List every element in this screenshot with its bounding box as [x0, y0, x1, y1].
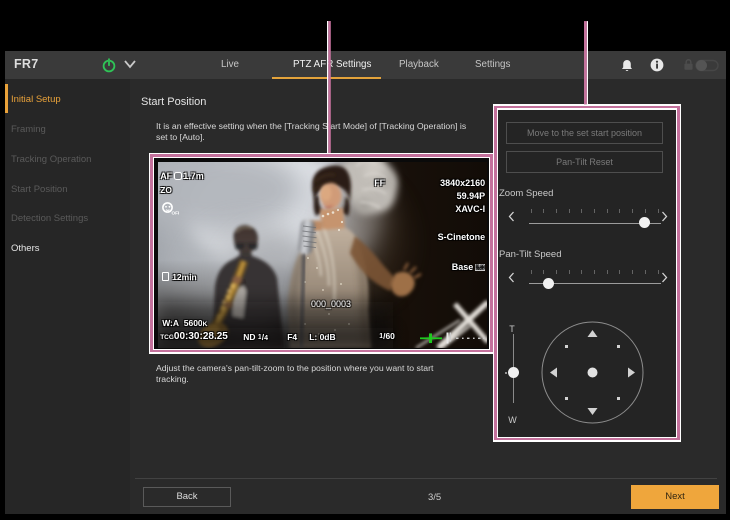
- svg-text:OFF: OFF: [172, 210, 180, 215]
